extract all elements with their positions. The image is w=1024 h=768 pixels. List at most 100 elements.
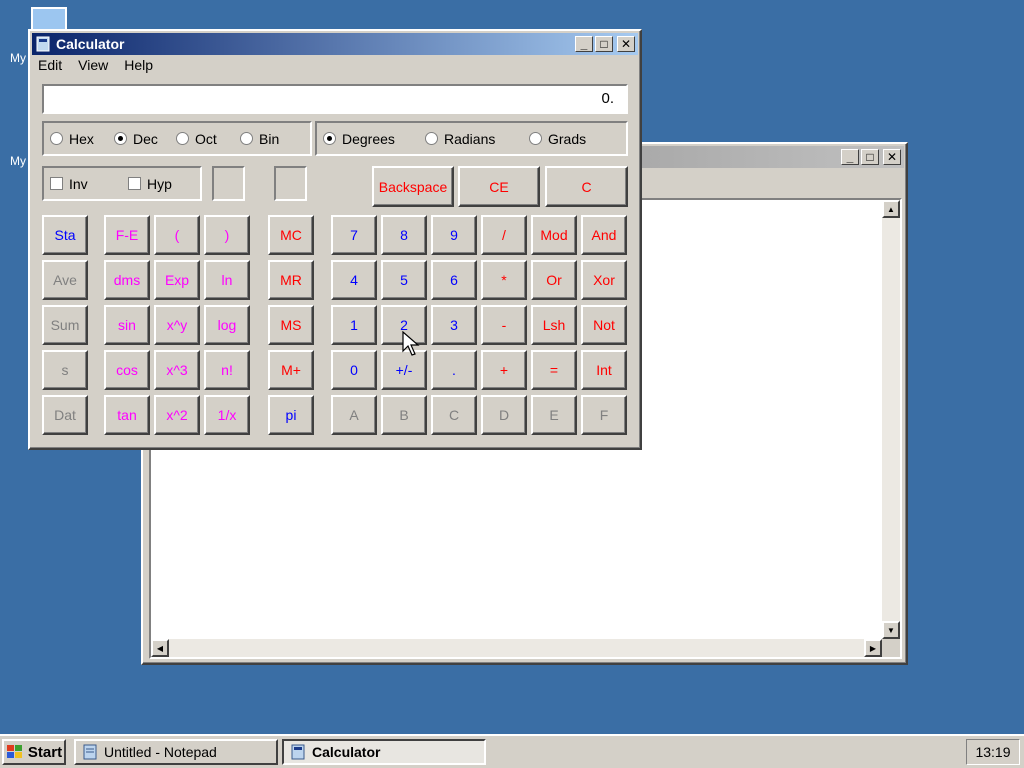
maximize-button[interactable]: □ xyxy=(595,36,613,52)
decimal-button[interactable]: . xyxy=(431,350,477,390)
digit-4-button[interactable]: 4 xyxy=(331,260,377,300)
calculator-display: 0. xyxy=(42,84,628,114)
ave-button[interactable]: Ave xyxy=(42,260,88,300)
vertical-scrollbar[interactable]: ▲ ▼ xyxy=(882,200,900,639)
menu-view[interactable]: View xyxy=(78,57,108,73)
sta-button[interactable]: Sta xyxy=(42,215,88,255)
digit-3-button[interactable]: 3 xyxy=(431,305,477,345)
digit-8-button[interactable]: 8 xyxy=(381,215,427,255)
maximize-button[interactable]: □ xyxy=(861,149,879,165)
checkbox-hyp[interactable]: Hyp xyxy=(128,176,172,192)
start-button[interactable]: Start xyxy=(2,739,66,765)
radio-dot xyxy=(529,132,542,145)
x-squared-button[interactable]: x^2 xyxy=(154,395,200,435)
radio-radians[interactable]: Radians xyxy=(425,131,495,147)
close-paren-button[interactable]: ) xyxy=(204,215,250,255)
dat-button[interactable]: Dat xyxy=(42,395,88,435)
checkbox-box xyxy=(128,177,141,190)
radio-dot xyxy=(50,132,63,145)
radio-grads[interactable]: Grads xyxy=(529,131,586,147)
minimize-button[interactable]: _ xyxy=(575,36,593,52)
radio-oct[interactable]: Oct xyxy=(176,131,217,147)
mod-button[interactable]: Mod xyxy=(531,215,577,255)
radio-dot xyxy=(114,132,127,145)
ms-button[interactable]: MS xyxy=(268,305,314,345)
equals-button[interactable]: = xyxy=(531,350,577,390)
backspace-button[interactable]: Backspace xyxy=(372,166,454,207)
paren-indicator xyxy=(212,166,245,201)
exp-button[interactable]: Exp xyxy=(154,260,200,300)
scroll-right-button[interactable]: ▶ xyxy=(864,639,882,657)
lsh-button[interactable]: Lsh xyxy=(531,305,577,345)
sum-button[interactable]: Sum xyxy=(42,305,88,345)
hex-b-button[interactable]: B xyxy=(381,395,427,435)
digit-5-button[interactable]: 5 xyxy=(381,260,427,300)
x-cubed-button[interactable]: x^3 xyxy=(154,350,200,390)
hex-c-button[interactable]: C xyxy=(431,395,477,435)
task-label: Untitled - Notepad xyxy=(104,744,217,760)
close-button[interactable]: ✕ xyxy=(617,36,635,52)
reciprocal-button[interactable]: 1/x xyxy=(204,395,250,435)
subtract-button[interactable]: - xyxy=(481,305,527,345)
hex-f-button[interactable]: F xyxy=(581,395,627,435)
radio-hex[interactable]: Hex xyxy=(50,131,94,147)
int-button[interactable]: Int xyxy=(581,350,627,390)
ce-button[interactable]: CE xyxy=(458,166,540,207)
and-button[interactable]: And xyxy=(581,215,627,255)
mr-button[interactable]: MR xyxy=(268,260,314,300)
tan-button[interactable]: tan xyxy=(104,395,150,435)
or-button[interactable]: Or xyxy=(531,260,577,300)
ln-button[interactable]: ln xyxy=(204,260,250,300)
multiply-button[interactable]: * xyxy=(481,260,527,300)
radio-bin[interactable]: Bin xyxy=(240,131,279,147)
digit-6-button[interactable]: 6 xyxy=(431,260,477,300)
horizontal-scrollbar[interactable]: ◀ ▶ xyxy=(151,639,882,657)
scroll-down-button[interactable]: ▼ xyxy=(882,621,900,639)
radio-dec[interactable]: Dec xyxy=(114,131,158,147)
s-button[interactable]: s xyxy=(42,350,88,390)
log-button[interactable]: log xyxy=(204,305,250,345)
digit-0-button[interactable]: 0 xyxy=(331,350,377,390)
hex-e-button[interactable]: E xyxy=(531,395,577,435)
fe-button[interactable]: F-E xyxy=(104,215,150,255)
dms-button[interactable]: dms xyxy=(104,260,150,300)
checkbox-box xyxy=(50,177,63,190)
checkbox-inv[interactable]: Inv xyxy=(50,176,88,192)
not-button[interactable]: Not xyxy=(581,305,627,345)
c-button[interactable]: C xyxy=(545,166,628,207)
radio-degrees[interactable]: Degrees xyxy=(323,131,395,147)
system-clock: 13:19 xyxy=(966,739,1020,765)
cos-button[interactable]: cos xyxy=(104,350,150,390)
menu-edit[interactable]: Edit xyxy=(38,57,62,73)
mc-button[interactable]: MC xyxy=(268,215,314,255)
minimize-button[interactable]: _ xyxy=(841,149,859,165)
open-paren-button[interactable]: ( xyxy=(154,215,200,255)
number-system-group: Hex Dec Oct Bin xyxy=(42,121,312,156)
m-plus-button[interactable]: M+ xyxy=(268,350,314,390)
calculator-icon xyxy=(291,744,305,760)
radio-dot xyxy=(323,132,336,145)
factorial-button[interactable]: n! xyxy=(204,350,250,390)
inv-hyp-group: Inv Hyp xyxy=(42,166,202,201)
task-notepad[interactable]: Untitled - Notepad xyxy=(74,739,278,765)
mouse-cursor-icon xyxy=(402,331,420,356)
digit-9-button[interactable]: 9 xyxy=(431,215,477,255)
close-button[interactable]: ✕ xyxy=(883,149,901,165)
calculator-titlebar[interactable]: Calculator _ □ ✕ xyxy=(32,33,638,55)
calculator-icon xyxy=(36,36,50,52)
add-button[interactable]: + xyxy=(481,350,527,390)
scroll-left-button[interactable]: ◀ xyxy=(151,639,169,657)
pi-button[interactable]: pi xyxy=(268,395,314,435)
divide-button[interactable]: / xyxy=(481,215,527,255)
hex-a-button[interactable]: A xyxy=(331,395,377,435)
task-calculator[interactable]: Calculator xyxy=(282,739,486,765)
digit-1-button[interactable]: 1 xyxy=(331,305,377,345)
sin-button[interactable]: sin xyxy=(104,305,150,345)
xor-button[interactable]: Xor xyxy=(581,260,627,300)
resize-grip-icon[interactable] xyxy=(882,639,900,657)
hex-d-button[interactable]: D xyxy=(481,395,527,435)
scroll-up-button[interactable]: ▲ xyxy=(882,200,900,218)
menu-help[interactable]: Help xyxy=(124,57,153,73)
digit-7-button[interactable]: 7 xyxy=(331,215,377,255)
x-pow-y-button[interactable]: x^y xyxy=(154,305,200,345)
